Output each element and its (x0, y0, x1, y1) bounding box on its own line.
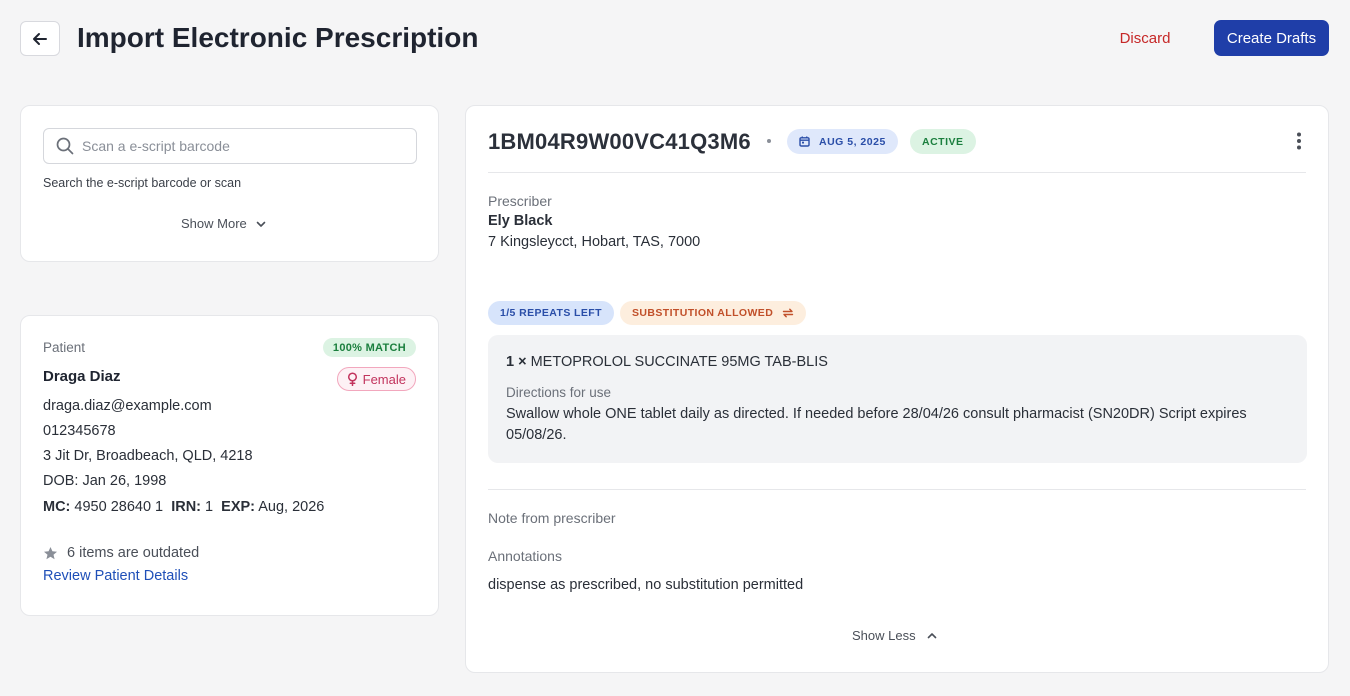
chevron-up-icon (927, 632, 936, 638)
repeats-badge: 1/5 REPEATS LEFT (488, 301, 614, 325)
date-text: AUG 5, 2025 (819, 135, 886, 148)
annotations-text: dispense as prescribed, no substitution … (488, 577, 804, 593)
search-box[interactable] (43, 128, 417, 164)
prescription-card: 1BM04R9W00VC41Q3M6 AUG 5, 2025 ACTIVE Pr… (465, 105, 1329, 673)
exp-label: EXP: (221, 499, 256, 515)
calendar-icon (799, 136, 810, 147)
patient-dob: DOB: Jan 26, 1998 (43, 473, 167, 489)
outdated-notice: 6 items are outdated (43, 545, 199, 561)
more-options-button[interactable] (1296, 132, 1302, 150)
show-less-toggle[interactable]: Show Less (852, 628, 938, 643)
patient-section-label: Patient (43, 340, 86, 355)
female-icon (347, 372, 357, 386)
directions-text: Swallow whole ONE tablet daily as direct… (506, 406, 1247, 443)
prescriber-name: Ely Black (488, 213, 553, 229)
outdated-text: 6 items are outdated (67, 545, 200, 561)
substitution-text: SUBSTITUTION ALLOWED (632, 307, 774, 319)
gender-badge: Female (336, 367, 416, 391)
patient-name: Draga Diaz (43, 368, 121, 385)
mc-value: 4950 28640 1 (74, 499, 164, 515)
search-card: Search the e-script barcode or scan Show… (20, 105, 439, 262)
substitution-badge: SUBSTITUTION ALLOWED (620, 301, 807, 325)
irn-value: 1 (205, 499, 214, 515)
exp-value: Aug, 2026 (258, 499, 325, 515)
patient-ids: MC: 4950 28640 1 IRN: 1 EXP: Aug, 2026 (43, 499, 324, 515)
irn-label: IRN: (171, 499, 201, 515)
gender-label: Female (362, 371, 406, 387)
show-more-label: Show More (181, 216, 247, 231)
search-hint: Search the e-script barcode or scan (43, 176, 242, 190)
divider (488, 489, 1306, 490)
show-more-toggle[interactable]: Show More (181, 216, 267, 231)
arrow-left-icon (33, 32, 47, 45)
star-icon (44, 546, 57, 559)
patient-phone: 012345678 (43, 423, 116, 439)
prescriber-label: Prescriber (488, 193, 552, 209)
match-badge: 100% MATCH (322, 338, 416, 357)
medication-line: 1 × METOPROLOL SUCCINATE 95MG TAB-BLIS (506, 354, 828, 370)
annotations-label: Annotations (488, 548, 562, 564)
back-button[interactable] (20, 21, 60, 56)
search-input[interactable] (82, 138, 402, 154)
note-label: Note from prescriber (488, 510, 616, 526)
status-badge: ACTIVE (910, 129, 976, 154)
prescriber-address: 7 Kingsleycct, Hobart, TAS, 7000 (488, 234, 701, 250)
review-patient-link[interactable]: Review Patient Details (43, 568, 188, 584)
date-badge: AUG 5, 2025 (787, 129, 898, 154)
directions-label: Directions for use (506, 385, 612, 400)
search-icon (56, 137, 74, 155)
patient-card: Patient 100% MATCH Draga Diaz Female dra… (20, 315, 439, 616)
medication-quantity: 1 × (506, 354, 527, 370)
medication-box: 1 × METOPROLOL SUCCINATE 95MG TAB-BLIS D… (488, 335, 1307, 463)
prescription-id: 1BM04R9W00VC41Q3M6 (488, 129, 751, 154)
mc-label: MC: (43, 499, 71, 515)
swap-icon (782, 308, 794, 318)
patient-email: draga.diaz@example.com (43, 398, 212, 414)
separator-dot (767, 139, 771, 143)
discard-button[interactable]: Discard (1104, 22, 1186, 54)
create-drafts-button[interactable]: Create Drafts (1214, 20, 1329, 56)
show-less-label: Show Less (852, 628, 916, 643)
page-title: Import Electronic Prescription (77, 22, 479, 53)
patient-address: 3 Jit Dr, Broadbeach, QLD, 4218 (43, 448, 253, 464)
divider (488, 172, 1306, 173)
more-vertical-icon (1297, 132, 1301, 150)
medication-name: METOPROLOL SUCCINATE 95MG TAB-BLIS (530, 354, 828, 370)
chevron-down-icon (256, 221, 266, 227)
